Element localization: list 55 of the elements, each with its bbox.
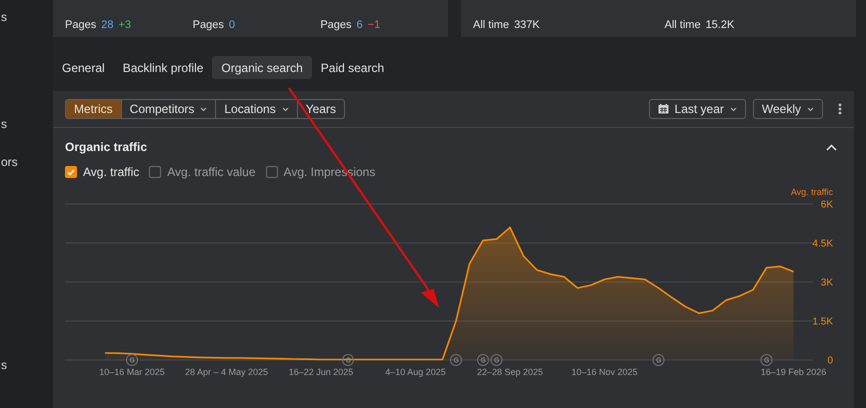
y-axis-label: 0 (827, 356, 833, 366)
metric-value: 28 (101, 19, 114, 31)
event-marker-icon[interactable] (477, 354, 489, 366)
x-axis-label: 28 Apr – 4 May 2025 (184, 367, 268, 377)
segment-button[interactable]: Metrics (66, 100, 121, 118)
metric-label: Pages (192, 19, 224, 31)
metric-checkbox[interactable]: Avg. traffic value (149, 165, 256, 179)
y-axis-label: 6K (820, 200, 833, 210)
metric-change: +3 (118, 19, 131, 31)
y-axis-label: 1.5K (812, 316, 833, 328)
sidebar-item[interactable]: s (1, 358, 53, 372)
more-icon[interactable] (838, 103, 842, 115)
x-axis-label: 22–28 Sep 2025 (476, 367, 544, 377)
tab[interactable]: General (53, 56, 114, 79)
metric-value: 15.2K (706, 19, 734, 31)
event-marker-icon[interactable] (490, 354, 502, 366)
x-axis-label: 10–16 Nov 2025 (571, 367, 638, 377)
granularity-dropdown[interactable]: Weekly (752, 99, 823, 119)
tab[interactable]: Backlink profile (114, 56, 212, 79)
period-dropdown[interactable]: Last year (648, 99, 746, 119)
section-title: Organic traffic (65, 140, 148, 154)
x-axis-label: 16–19 Feb 2026 (760, 367, 826, 377)
metric-value: 6 (356, 19, 363, 31)
metric-label: All time (473, 19, 510, 31)
x-axis-label: 10–16 Mar 2025 (99, 367, 165, 377)
caret-icon (807, 106, 814, 112)
y-axis-label: 3K (820, 278, 833, 288)
sidebar-item[interactable]: ors (1, 155, 53, 169)
sidebar-item[interactable]: s (1, 117, 53, 131)
event-marker-icon[interactable] (760, 354, 772, 366)
metric-checkbox[interactable]: Avg. traffic (65, 165, 140, 179)
tab[interactable]: Paid search (312, 56, 394, 79)
series-label: Avg. traffic (790, 187, 833, 197)
event-marker-icon[interactable] (450, 354, 462, 366)
metric-change: −1 (368, 19, 380, 31)
metric-value: 0 (228, 19, 235, 31)
checkmark-icon (67, 168, 75, 176)
calendar-icon (658, 104, 669, 114)
metric-label: Pages (65, 19, 96, 31)
segment-button[interactable]: Competitors (120, 100, 216, 118)
tab[interactable]: Organic search (212, 56, 312, 79)
segment-button[interactable]: Locations (215, 100, 297, 118)
event-marker-icon[interactable] (652, 354, 664, 366)
event-marker-icon[interactable] (126, 354, 138, 366)
caret-icon (730, 106, 737, 112)
segment-button[interactable]: Years (296, 100, 344, 118)
collapse-icon[interactable] (826, 144, 837, 150)
metric-label: All time (664, 19, 701, 31)
y-axis-label: 4.5K (812, 238, 833, 250)
event-marker-icon[interactable] (342, 354, 354, 366)
metric-label: Pages (320, 19, 352, 31)
sidebar-item[interactable]: s (1, 10, 53, 24)
x-axis-label: 4–10 Aug 2025 (385, 367, 446, 377)
metric-value: 337K (514, 19, 540, 31)
x-axis-label: 16–22 Jun 2025 (288, 367, 354, 377)
